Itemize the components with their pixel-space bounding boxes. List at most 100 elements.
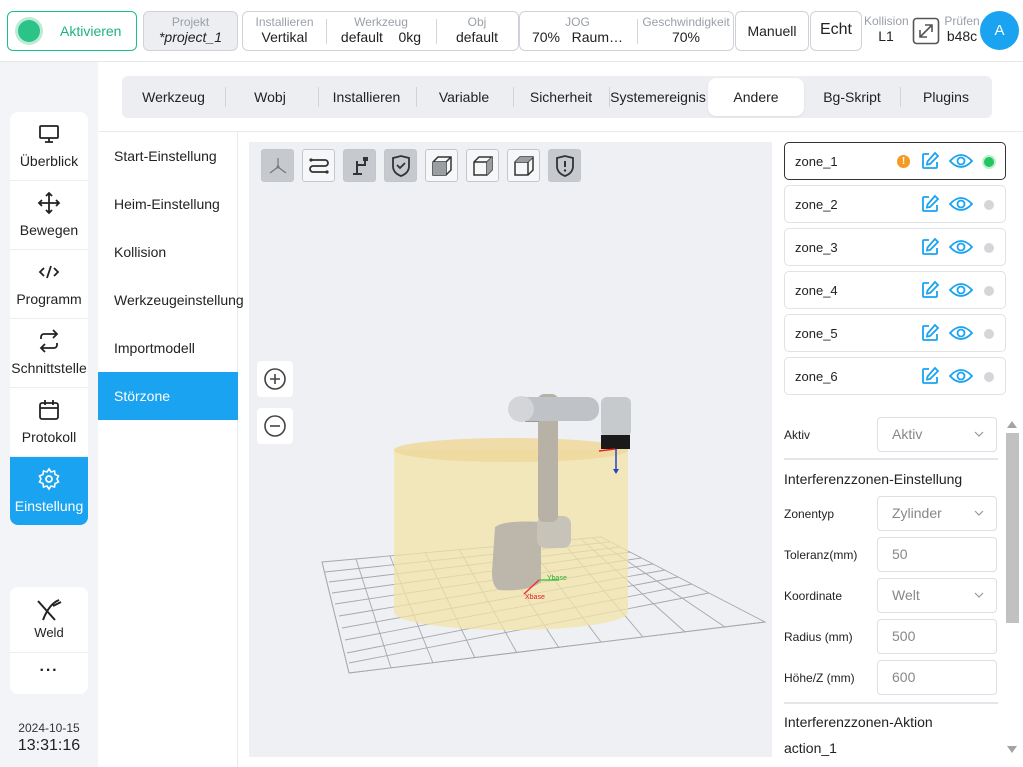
eye-icon[interactable] (949, 324, 973, 342)
edit-icon[interactable] (920, 237, 940, 257)
sidebar-item-log[interactable]: Protokoll (10, 388, 88, 457)
zone-name: zone_4 (795, 283, 838, 298)
height-input[interactable]: 600 (877, 660, 997, 695)
settings-item-home[interactable]: Heim-Einstellung (98, 180, 238, 228)
sidebar-item-interface[interactable]: Schnittstelle (10, 319, 88, 388)
sidebar-item-label: Programm (16, 291, 82, 307)
avatar[interactable]: A (980, 11, 1019, 50)
settings-item-interference-zone[interactable]: Störzone (98, 372, 238, 420)
zone-row[interactable]: zone_3 (784, 228, 1006, 266)
install-cell[interactable]: Installieren Vertikal (243, 12, 326, 50)
scroll-up-icon[interactable] (1006, 419, 1018, 429)
edit-icon[interactable] (920, 323, 940, 343)
zone-active-indicator (984, 372, 994, 382)
sidebar-item-overview[interactable]: Überblick (10, 112, 88, 181)
zone-type-label: Zonentyp (784, 507, 835, 521)
tool-caption: Werkzeug (354, 15, 408, 29)
sidebar-item-settings[interactable]: Einstellung (10, 457, 88, 525)
chevron-down-icon (974, 510, 984, 516)
tab-sicherheit[interactable]: Sicherheit (513, 76, 609, 118)
zone-active-indicator (984, 329, 994, 339)
scroll-thumb[interactable] (1006, 433, 1019, 623)
jog-panel[interactable]: JOG 70% Raum… Geschwindigkeit 70% (519, 11, 734, 51)
chevron-down-icon (974, 592, 984, 598)
edit-icon[interactable] (920, 366, 940, 386)
activate-button[interactable]: Aktivieren (7, 11, 137, 51)
y-axis-label: Ybase (547, 575, 567, 582)
eye-icon[interactable] (949, 238, 973, 256)
x-axis-label: Xbase (525, 594, 545, 601)
eye-icon[interactable] (949, 152, 973, 170)
manual-mode-button[interactable]: Manuell (735, 11, 809, 51)
check-value: b48c (946, 28, 978, 44)
eye-icon[interactable] (949, 281, 973, 299)
tolerance-label: Toleranz(mm) (784, 548, 858, 562)
tab-bg-skript[interactable]: Bg-Skript (804, 76, 900, 118)
tolerance-input[interactable]: 50 (877, 537, 997, 572)
tab-plugins[interactable]: Plugins (900, 76, 992, 118)
jog-caption: JOG (565, 15, 590, 29)
zone-name: zone_5 (795, 326, 838, 341)
speed-cell[interactable]: Geschwindigkeit 70% (638, 12, 734, 50)
zone-row[interactable]: zone_5 (784, 314, 1006, 352)
zone-row[interactable]: zone_2 (784, 185, 1006, 223)
edit-icon[interactable] (920, 280, 940, 300)
settings-item-start[interactable]: Start-Einstellung (98, 132, 238, 180)
real-mode-button[interactable]: Echt (810, 11, 862, 51)
collision-level[interactable]: Kollision L1 (864, 14, 909, 45)
radius-label: Radius (mm) (784, 630, 853, 644)
zone-type-value: Zylinder (892, 505, 942, 521)
zone-top (394, 438, 628, 462)
zone-row[interactable]: zone_6 (784, 357, 1006, 395)
properties-scrollbar[interactable] (1004, 417, 1020, 757)
tool-value: default 0kg (327, 29, 435, 46)
clock: 2024-10-15 13:31:16 (0, 721, 98, 755)
tab-wobj[interactable]: Wobj (225, 76, 315, 118)
eye-icon[interactable] (949, 367, 973, 385)
obj-cell[interactable]: Obj default (437, 12, 517, 50)
calendar-icon (39, 400, 59, 420)
tab-systemereignis[interactable]: Systemereignis (609, 76, 707, 118)
date-text: 2024-10-15 (18, 721, 80, 735)
check-caption: Prüfen (944, 14, 980, 28)
zone-row[interactable]: zone_4 (784, 271, 1006, 309)
plugin-sidebar: Weld ··· (10, 587, 88, 694)
sidebar-item-move[interactable]: Bewegen (10, 181, 88, 250)
monitor-icon (39, 125, 59, 143)
zone-type-select[interactable]: Zylinder (877, 496, 997, 531)
check-status[interactable]: Prüfen b48c (944, 14, 980, 45)
settings-item-import-model[interactable]: Importmodell (98, 324, 238, 372)
top-bar: Aktivieren Projekt *project_1 Installier… (0, 0, 1023, 62)
more-button[interactable]: ··· (10, 654, 88, 694)
coordinate-label: Koordinate (784, 589, 843, 603)
edit-icon[interactable] (920, 194, 940, 214)
tab-variable[interactable]: Variable (416, 76, 512, 118)
coordinate-select[interactable]: Welt (877, 578, 997, 613)
enabled-select[interactable]: Aktiv (877, 417, 997, 452)
sidebar-item-label: Weld (34, 625, 64, 640)
tab-andere[interactable]: Andere (708, 78, 804, 116)
expand-icon[interactable] (912, 17, 940, 45)
jog-cell[interactable]: JOG 70% Raum… (520, 12, 635, 50)
warning-icon: ! (897, 155, 910, 168)
3d-viewport[interactable]: Ybase Xbase (249, 142, 772, 757)
install-caption: Installieren (255, 15, 314, 29)
zone-name: zone_2 (795, 197, 838, 212)
radius-input[interactable]: 500 (877, 619, 997, 654)
project-selector[interactable]: Projekt *project_1 (143, 11, 238, 51)
tab-werkzeug[interactable]: Werkzeug (122, 76, 225, 118)
zone-active-indicator (984, 243, 994, 253)
settings-item-collision[interactable]: Kollision (98, 228, 238, 276)
eye-icon[interactable] (949, 195, 973, 213)
zone-row[interactable]: zone_1 ! (784, 142, 1006, 180)
tab-installieren[interactable]: Installieren (318, 76, 415, 118)
edit-icon[interactable] (920, 151, 940, 171)
scroll-down-icon[interactable] (1006, 745, 1018, 755)
installation-panel[interactable]: Installieren Vertikal Werkzeug default 0… (242, 11, 519, 51)
settings-item-tool[interactable]: Werkzeugeinstellung (98, 276, 244, 324)
sidebar-item-program[interactable]: Programm (10, 250, 88, 319)
robot-scene (321, 394, 767, 674)
sidebar-item-weld[interactable]: Weld (10, 587, 88, 653)
tool-cell[interactable]: Werkzeug default 0kg (327, 12, 435, 50)
sidebar-item-label: Schnittstelle (11, 360, 87, 376)
